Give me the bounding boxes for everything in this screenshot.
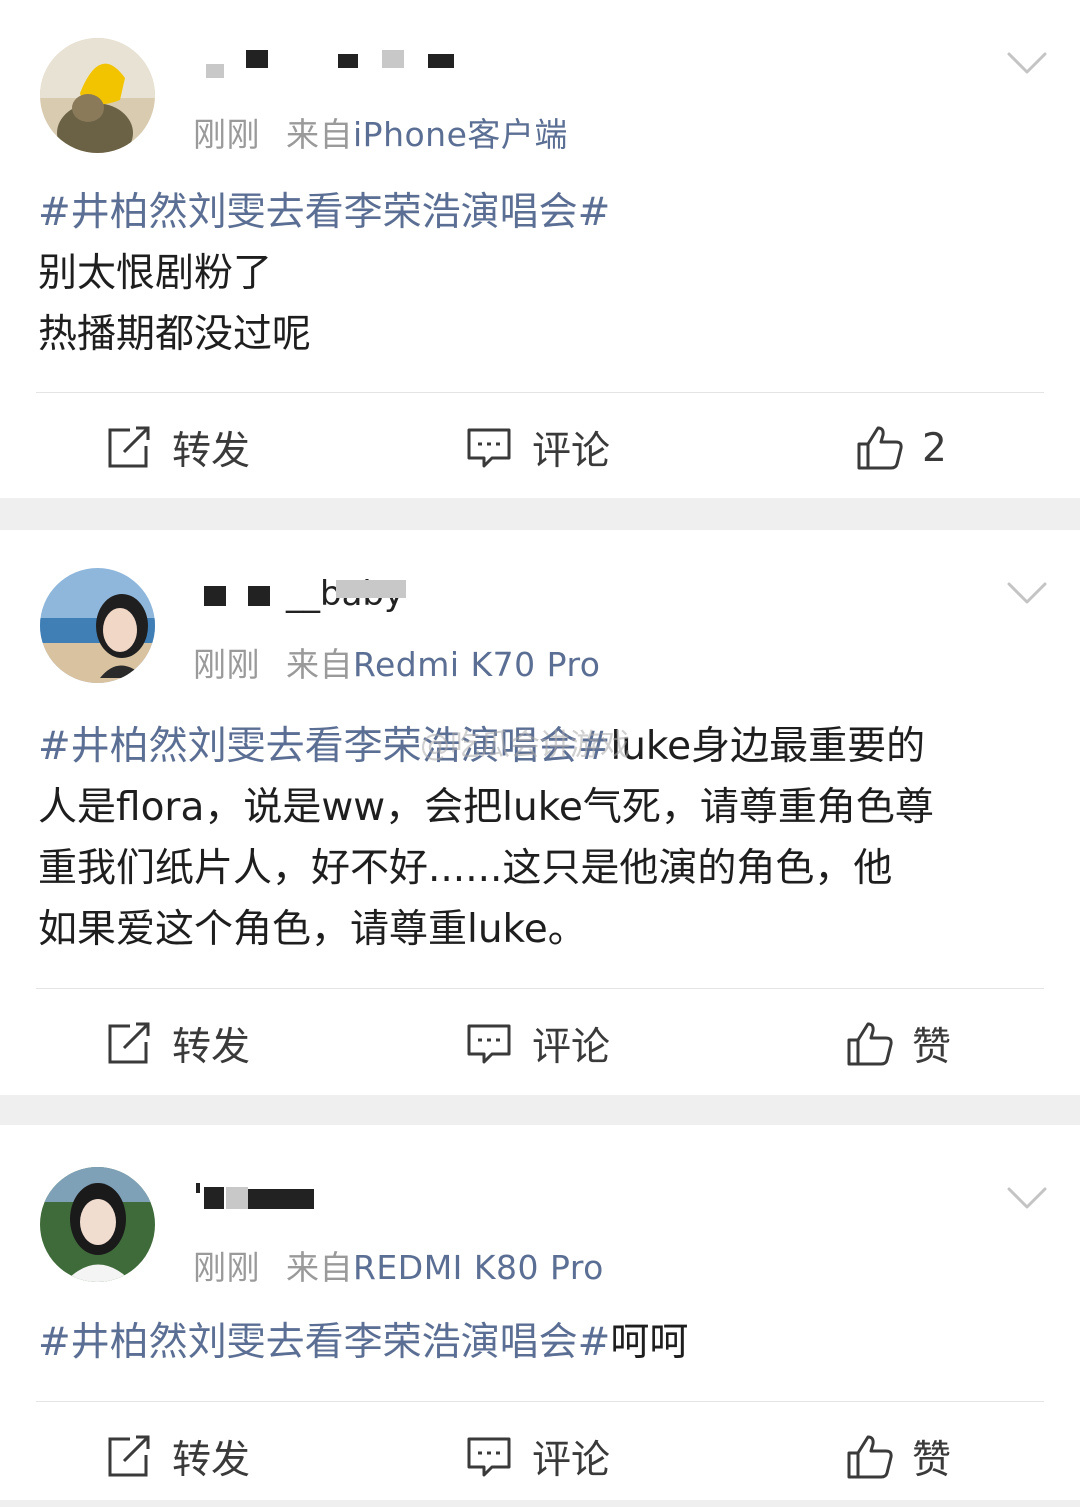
action-bar: 转发 评论 2	[0, 398, 1080, 498]
repost-label: 转发	[172, 1025, 251, 1070]
weibo-post: 刚刚 来自iPhone客户端 #井柏然刘雯去看李荣浩演唱会# 别太恨剧粉了 热播期…	[0, 0, 1080, 498]
comment-label: 评论	[532, 1438, 611, 1483]
like-button[interactable]: 赞	[846, 1407, 951, 1507]
source-prefix: 来自	[286, 645, 353, 684]
repost-icon	[108, 1022, 150, 1064]
comment-label: 评论	[532, 429, 611, 474]
hashtag-link[interactable]: #井柏然刘雯去看李荣浩演唱会#	[38, 190, 610, 235]
chevron-down-icon[interactable]	[1006, 578, 1048, 608]
weibo-post: 刚刚 来自REDMI K80 Pro #井柏然刘雯去看李荣浩演唱会#呵呵 转发 评…	[0, 1125, 1080, 1500]
chevron-down-icon[interactable]	[1006, 48, 1048, 78]
post-text-line: 别太恨剧粉了	[38, 251, 273, 296]
like-button[interactable]: 2	[856, 398, 947, 498]
comment-icon	[467, 428, 511, 468]
source-device[interactable]: REDMI K80 Pro	[353, 1248, 604, 1287]
post-content: #井柏然刘雯去看李荣浩演唱会# 别太恨剧粉了 热播期都没过呢	[38, 182, 1044, 365]
post-time: 刚刚	[193, 645, 260, 684]
divider	[36, 988, 1044, 989]
source-prefix: 来自	[286, 115, 353, 154]
post-time: 刚刚	[193, 1248, 260, 1287]
comment-icon	[467, 1024, 511, 1064]
post-text-line: luke身边最重要的	[610, 724, 926, 769]
like-label: 赞	[912, 1025, 952, 1070]
hashtag-link[interactable]: #井柏然刘雯去看李荣浩演唱会#	[38, 724, 610, 769]
like-label: 赞	[912, 1438, 952, 1483]
repost-label: 转发	[172, 1438, 251, 1483]
post-meta: 刚刚 来自REDMI K80 Pro	[193, 1241, 604, 1289]
thumbs-up-icon	[857, 426, 903, 470]
repost-button[interactable]: 转发	[106, 1407, 250, 1507]
repost-label: 转发	[172, 429, 251, 474]
username-redacted[interactable]	[196, 44, 496, 78]
source-device[interactable]: iPhone客户端	[353, 115, 568, 154]
divider	[36, 392, 1044, 393]
source-device[interactable]: Redmi K70 Pro	[353, 645, 600, 684]
action-bar: 转发 评论 赞	[0, 1407, 1080, 1507]
thumbs-up-icon	[847, 1022, 893, 1066]
post-text-line: 人是flora，说是ww，会把luke气死，请尊重角色尊	[38, 785, 934, 830]
post-meta: 刚刚 来自iPhone客户端	[193, 108, 568, 156]
username-redacted[interactable]	[196, 1181, 496, 1213]
repost-icon	[108, 1435, 150, 1477]
username-redacted[interactable]: __baby	[196, 574, 496, 614]
comment-icon	[467, 1437, 511, 1477]
comment-button[interactable]: 评论	[466, 1407, 610, 1507]
thumbs-up-icon	[847, 1435, 893, 1479]
avatar[interactable]	[40, 38, 155, 153]
repost-button[interactable]: 转发	[106, 994, 250, 1094]
chevron-down-icon[interactable]	[1006, 1183, 1048, 1213]
weibo-post: __baby 刚刚来自Redmi K70 Pro #井柏然刘雯去看李荣浩演唱会#…	[0, 530, 1080, 1095]
post-text-line: 热播期都没过呢	[38, 312, 312, 357]
post-text-line: 如果爱这个角色，请尊重luke。	[38, 907, 587, 952]
post-time: 刚刚	[193, 115, 260, 154]
post-text-line: 呵呵	[610, 1320, 689, 1365]
comment-button[interactable]: 评论	[466, 994, 610, 1094]
action-bar: 转发 评论 赞	[0, 994, 1080, 1094]
post-content: #井柏然刘雯去看李荣浩演唱会#呵呵	[38, 1312, 1044, 1373]
comment-label: 评论	[532, 1025, 611, 1070]
post-content: #井柏然刘雯去看李荣浩演唱会#luke身边最重要的 人是flora，说是ww，会…	[38, 716, 1044, 960]
repost-icon	[108, 426, 150, 468]
hashtag-link[interactable]: #井柏然刘雯去看李荣浩演唱会#	[38, 1320, 610, 1365]
like-button[interactable]: 赞	[846, 994, 951, 1094]
like-count: 2	[922, 425, 947, 471]
repost-button[interactable]: 转发	[106, 398, 250, 498]
post-text-line: 重我们纸片人，好不好......这只是他演的角色，他	[38, 846, 893, 891]
source-prefix: 来自	[286, 1248, 353, 1287]
comment-button[interactable]: 评论	[466, 398, 610, 498]
divider	[36, 1401, 1044, 1402]
avatar[interactable]	[40, 1167, 155, 1282]
post-meta: 刚刚 来自Redmi K70 Pro	[193, 638, 600, 686]
avatar[interactable]	[40, 568, 155, 683]
